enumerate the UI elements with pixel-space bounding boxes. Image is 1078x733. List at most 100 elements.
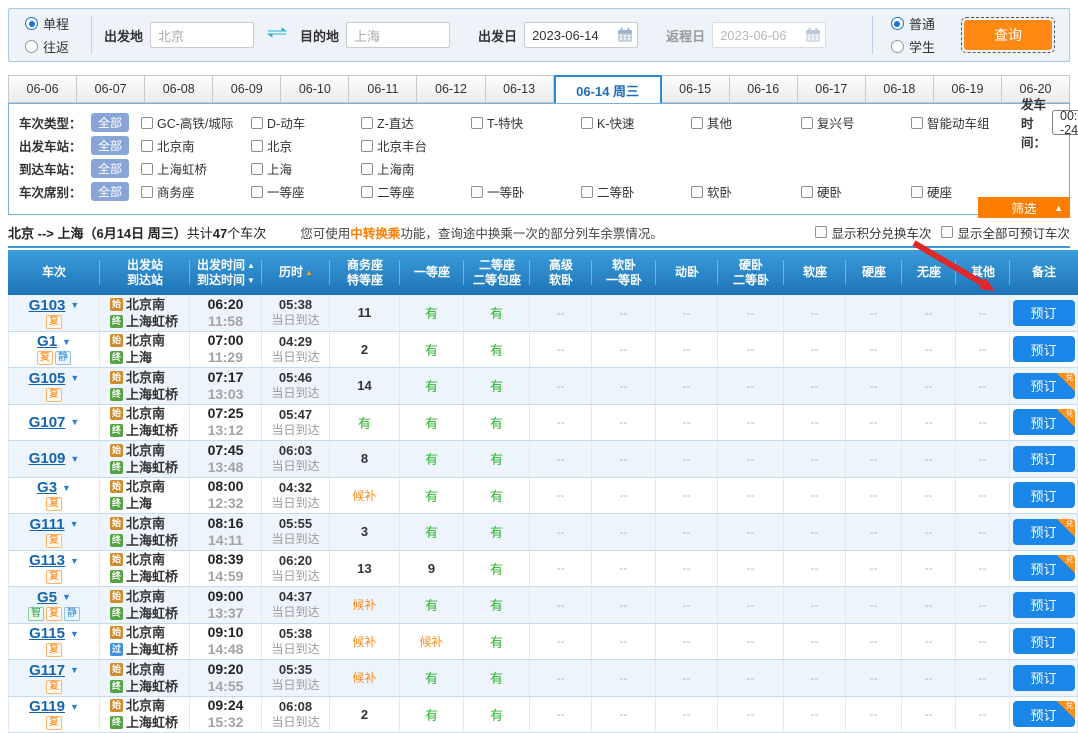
filter-option[interactable]: K-快速 — [581, 113, 691, 132]
train-link-G107[interactable]: G107 — [29, 414, 66, 431]
filter-option[interactable]: 上海 — [251, 159, 361, 178]
train-link-G1[interactable]: G1 — [37, 333, 57, 350]
book-button-G111[interactable]: 预订兑 — [1013, 519, 1075, 545]
date-tab-06-07[interactable]: 06-07 — [77, 75, 145, 103]
expand-caret-icon[interactable]: ▼ — [70, 629, 79, 639]
query-button[interactable]: 查询 — [964, 20, 1052, 50]
train-link-G117[interactable]: G117 — [29, 662, 65, 679]
book-button-G117[interactable]: 预订 — [1013, 665, 1075, 691]
expand-caret-icon[interactable]: ▼ — [62, 337, 71, 347]
filter-option[interactable]: 硬卧 — [801, 182, 911, 201]
filter-option[interactable]: 上海南 — [361, 159, 471, 178]
date-tab-06-15[interactable]: 06-15 — [662, 75, 730, 103]
train-link-G113[interactable]: G113 — [29, 552, 65, 569]
column-header-duration[interactable]: 历时▲ — [262, 250, 330, 295]
date-tab-06-17[interactable]: 06-17 — [798, 75, 866, 103]
one-way-radio[interactable]: 单程 — [25, 14, 69, 33]
filter-option[interactable]: 上海虹桥 — [141, 159, 251, 178]
to-input[interactable] — [346, 22, 450, 48]
book-button-G109[interactable]: 预订 — [1013, 446, 1075, 472]
date-tab-06-19[interactable]: 06-19 — [934, 75, 1002, 103]
train-link-G105[interactable]: G105 — [29, 370, 66, 387]
swap-stations-icon[interactable] — [266, 25, 288, 45]
date-tab-06-18[interactable]: 06-18 — [866, 75, 934, 103]
filter-option[interactable]: 复兴号 — [801, 113, 911, 132]
book-button-G113[interactable]: 预订兑 — [1013, 555, 1075, 581]
filter-all-button[interactable]: 全部 — [91, 136, 129, 155]
filter-option[interactable]: 软卧 — [691, 182, 801, 201]
filter-option[interactable]: T-特快 — [471, 113, 581, 132]
expand-caret-icon[interactable]: ▼ — [70, 519, 79, 529]
train-link-G115[interactable]: G115 — [29, 625, 65, 642]
filter-option[interactable]: 北京南 — [141, 136, 251, 155]
book-button-G5[interactable]: 预订 — [1013, 592, 1075, 618]
date-tab-06-12[interactable]: 06-12 — [417, 75, 485, 103]
departure-time: 09:00 — [208, 588, 244, 605]
seat-hard-sleeper: -- — [747, 452, 755, 466]
date-tab-06-16[interactable]: 06-16 — [730, 75, 798, 103]
book-button-G103[interactable]: 预订 — [1013, 300, 1075, 326]
filter-option[interactable]: 二等座 — [361, 182, 471, 201]
from-input[interactable] — [150, 22, 254, 48]
arrival-station: 上海虹桥 — [126, 386, 178, 403]
date-tab-06-10[interactable]: 06-10 — [281, 75, 349, 103]
expand-caret-icon[interactable]: ▼ — [62, 483, 71, 493]
filter-option[interactable]: 一等座 — [251, 182, 361, 201]
filter-all-button[interactable]: 全部 — [91, 159, 129, 178]
filter-option[interactable]: 一等卧 — [471, 182, 581, 201]
expand-caret-icon[interactable]: ▼ — [70, 417, 79, 427]
show-points-checkbox[interactable]: 显示积分兑换车次 — [815, 223, 931, 242]
transfer-link[interactable]: 中转换乘 — [350, 227, 400, 241]
train-link-G3[interactable]: G3 — [37, 479, 57, 496]
train-link-G5[interactable]: G5 — [37, 589, 57, 606]
column-header-times[interactable]: 出发时间▲到达时间▼ — [190, 250, 262, 295]
book-button-G119[interactable]: 预订兑 — [1013, 701, 1075, 727]
date-tab-06-13[interactable]: 06-13 — [486, 75, 554, 103]
train-link-G103[interactable]: G103 — [29, 297, 66, 314]
filter-option[interactable]: 北京 — [251, 136, 361, 155]
filter-option[interactable]: 二等卧 — [581, 182, 691, 201]
expand-caret-icon[interactable]: ▼ — [70, 454, 79, 464]
normal-passenger-radio[interactable]: 普通 — [891, 14, 935, 33]
date-tab-06-09[interactable]: 06-09 — [213, 75, 281, 103]
filter-all-button[interactable]: 全部 — [91, 182, 129, 201]
expand-caret-icon[interactable]: ▼ — [70, 665, 79, 675]
show-all-bookable-checkbox[interactable]: 显示全部可预订车次 — [941, 223, 1070, 242]
filter-all-button[interactable]: 全部 — [91, 113, 129, 132]
filter-option[interactable]: 智能动车组 — [911, 113, 1021, 132]
train-link-G119[interactable]: G119 — [29, 698, 65, 715]
calendar-icon[interactable] — [805, 27, 821, 43]
book-button-G107[interactable]: 预订兑 — [1013, 409, 1075, 435]
student-passenger-radio[interactable]: 学生 — [891, 37, 935, 56]
date-tab-06-11[interactable]: 06-11 — [349, 75, 417, 103]
expand-caret-icon[interactable]: ▼ — [70, 373, 79, 383]
date-tab-06-08[interactable]: 06-08 — [145, 75, 213, 103]
checkbox-icon — [691, 186, 703, 198]
round-trip-radio[interactable]: 往返 — [25, 37, 69, 56]
expand-caret-icon[interactable]: ▼ — [70, 556, 79, 566]
book-button-G3[interactable]: 预订 — [1013, 482, 1075, 508]
expand-caret-icon[interactable]: ▼ — [70, 300, 79, 310]
filter-option[interactable]: 商务座 — [141, 182, 251, 201]
book-button-G1[interactable]: 预订 — [1013, 336, 1075, 362]
seat-second-class: 有 — [490, 668, 503, 687]
book-button-G105[interactable]: 预订兑 — [1013, 373, 1075, 399]
filter-collapse-button[interactable]: 筛选 ▲ — [978, 197, 1070, 218]
train-link-G109[interactable]: G109 — [29, 450, 66, 467]
book-button-G115[interactable]: 预订 — [1013, 628, 1075, 654]
radio-selected-icon — [25, 17, 38, 30]
filter-option[interactable]: 北京丰台 — [361, 136, 471, 155]
filter-option[interactable]: GC-高铁/城际 — [141, 113, 251, 132]
seat-first-class: 候补 — [419, 633, 443, 650]
expand-caret-icon[interactable]: ▼ — [70, 702, 79, 712]
train-link-G111[interactable]: G111 — [30, 516, 65, 533]
filter-option[interactable]: D-动车 — [251, 113, 361, 132]
seat-business-seat: 3 — [361, 524, 368, 539]
depart-time-select[interactable]: 00:00--24:00▼ — [1052, 110, 1078, 135]
expand-caret-icon[interactable]: ▼ — [62, 592, 71, 602]
filter-option[interactable]: Z-直达 — [361, 113, 471, 132]
date-tab-06-06[interactable]: 06-06 — [8, 75, 77, 103]
calendar-icon[interactable] — [617, 27, 633, 43]
filter-option[interactable]: 其他 — [691, 113, 801, 132]
date-tab-06-14[interactable]: 06-14 周三 — [554, 75, 662, 103]
